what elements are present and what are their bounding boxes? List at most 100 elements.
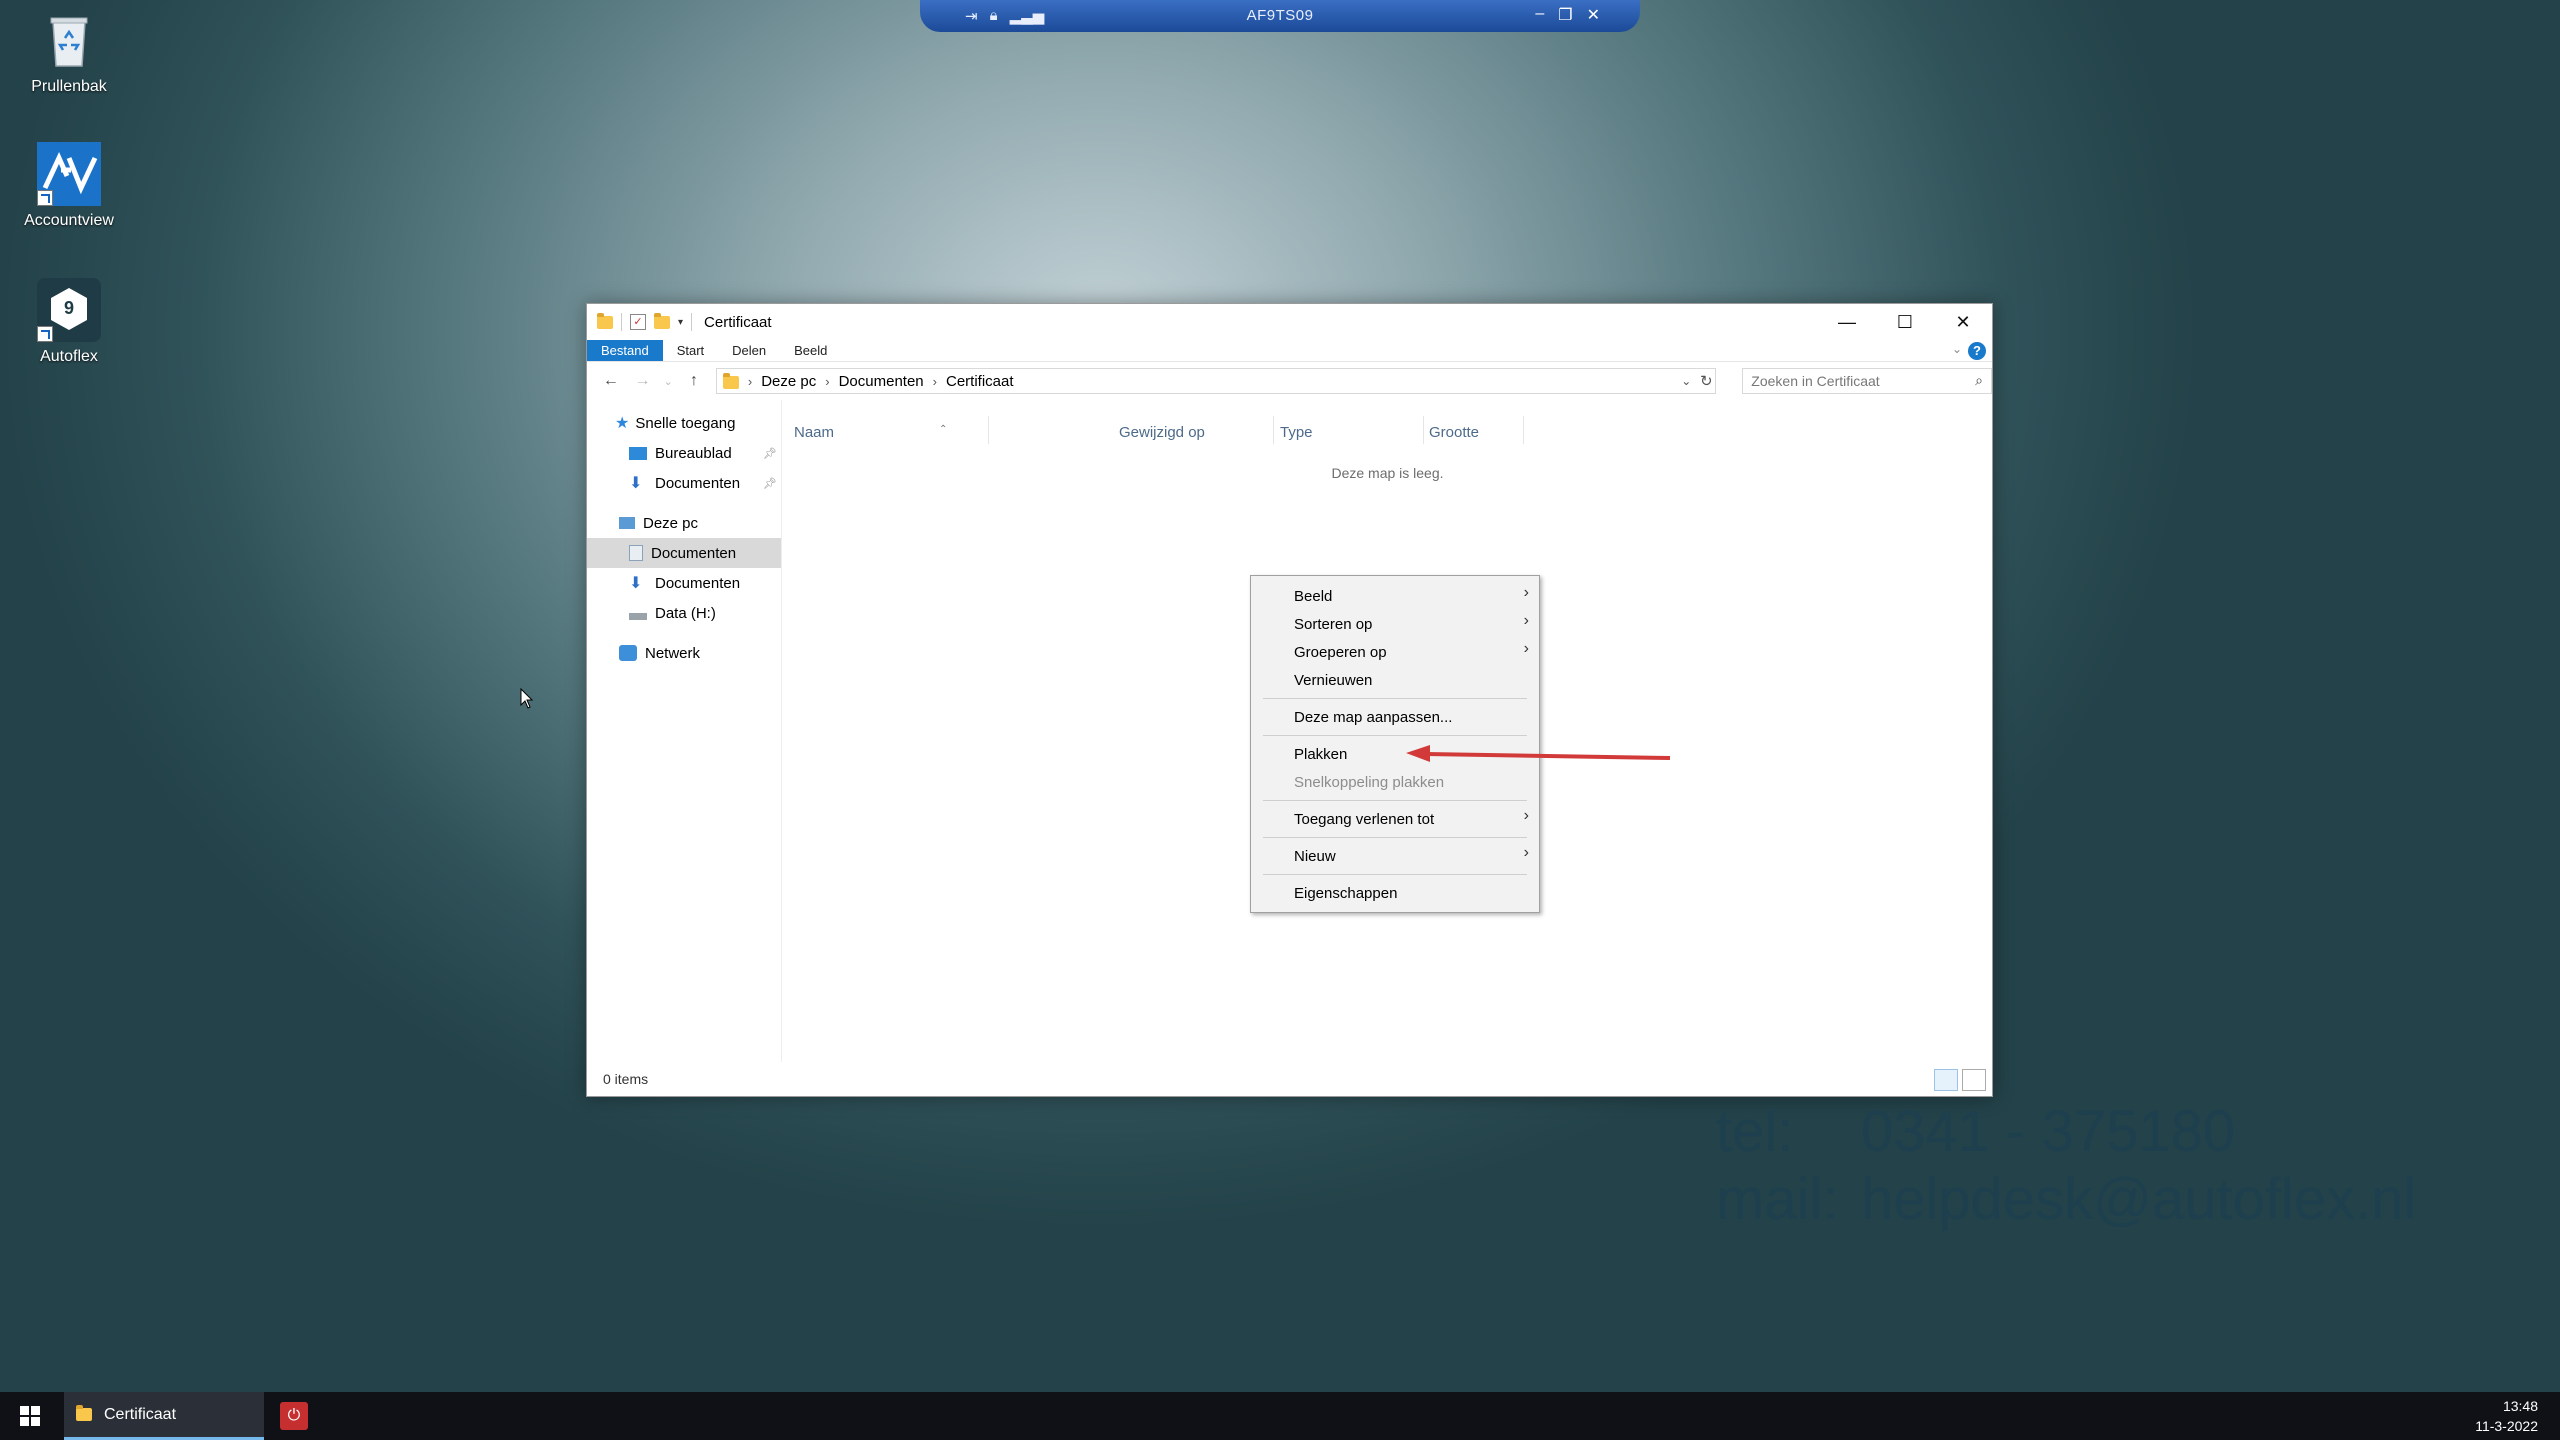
menu-separator <box>1263 837 1527 838</box>
desktop-icon-label: Accountview <box>24 212 114 229</box>
navigation-bar: ← → ⌄ ↑ › Deze pc › Documenten › Certifi… <box>587 362 1992 400</box>
folder-icon <box>722 373 739 389</box>
menu-item-nieuw[interactable]: Nieuw › <box>1251 842 1539 870</box>
documents-icon <box>629 545 643 561</box>
quick-access-dropdown-icon[interactable]: ▾ <box>678 317 683 328</box>
breadcrumb-deze-pc[interactable]: Deze pc <box>761 373 816 390</box>
search-icon[interactable]: ⌕ <box>1975 372 1983 389</box>
nav-item-label: Bureaublad <box>655 444 732 462</box>
tab-beeld[interactable]: Beeld <box>780 340 841 361</box>
pin-icon: 📌︎ <box>763 447 777 460</box>
close-icon[interactable]: ✕ <box>1587 5 1600 25</box>
nav-item-data-h[interactable]: Data (H:) <box>587 598 781 628</box>
menu-separator <box>1263 800 1527 801</box>
refresh-icon[interactable]: ↻ <box>1695 372 1717 390</box>
folder-icon <box>76 1405 92 1421</box>
maximize-button[interactable]: ☐ <box>1876 304 1934 340</box>
computer-icon <box>619 517 635 529</box>
breadcrumb-certificaat[interactable]: Certificaat <box>946 373 1014 390</box>
minimize-button[interactable]: — <box>1818 304 1876 340</box>
new-folder-icon[interactable] <box>654 312 670 329</box>
large-icons-view-icon[interactable] <box>1962 1069 1986 1091</box>
nav-item-deze-pc[interactable]: Deze pc <box>587 508 781 538</box>
menu-item-label: Snelkoppeling plakken <box>1294 773 1445 791</box>
minimize-icon[interactable]: – <box>1535 5 1544 25</box>
menu-item-vernieuwen[interactable]: Vernieuwen <box>1251 666 1539 694</box>
menu-item-beeld[interactable]: Beeld › <box>1251 582 1539 610</box>
remote-host-title: AF9TS09 <box>1246 7 1314 24</box>
nav-item-documenten-selected[interactable]: Documenten <box>587 538 781 568</box>
tab-start[interactable]: Start <box>663 340 718 361</box>
chevron-down-icon[interactable]: ⌄ <box>1681 374 1691 388</box>
nav-item-bureaublad[interactable]: Bureaublad 📌︎ <box>587 438 781 468</box>
desktop-icon-recycle-bin[interactable]: Prullenbak <box>14 8 124 96</box>
search-input[interactable]: Zoeken in Certificaat ⌕ <box>1742 368 1992 394</box>
menu-separator <box>1263 735 1527 736</box>
tab-delen[interactable]: Delen <box>718 340 780 361</box>
chevron-right-icon: › <box>1523 844 1529 861</box>
menu-item-eigenschappen[interactable]: Eigenschappen <box>1251 879 1539 907</box>
start-button[interactable] <box>0 1392 60 1440</box>
title-bar: ✓ ▾ Certificaat — ☐ ✕ <box>587 304 1992 340</box>
nav-item-documenten[interactable]: ⬇ Documenten <box>587 568 781 598</box>
clock-date: 11-3-2022 <box>2475 1418 2538 1434</box>
close-button[interactable]: ✕ <box>1934 304 1992 340</box>
breadcrumb-documenten[interactable]: Documenten <box>839 373 924 390</box>
chevron-right-icon: › <box>1523 584 1529 601</box>
taskbar-item-app[interactable]: ⏻ <box>264 1392 324 1440</box>
mail-value: helpdesk@autoflex.nl <box>1861 1167 2417 1232</box>
nav-item-label: Netwerk <box>645 644 701 662</box>
nav-item-netwerk[interactable]: Netwerk <box>587 638 781 668</box>
nav-item-documenten-pinned[interactable]: ⬇ Documenten 📌︎ <box>587 468 781 498</box>
desktop-icon-autoflex[interactable]: 9 Autoflex <box>14 278 124 366</box>
taskbar: Certificaat ⏻ 13:48 11-3-2022 <box>0 1392 2560 1440</box>
menu-separator <box>1263 698 1527 699</box>
chevron-right-icon[interactable]: › <box>933 374 937 389</box>
shortcut-arrow-icon <box>37 326 53 342</box>
desktop-icon-accountview[interactable]: Accountview <box>14 142 124 230</box>
menu-item-groeperen-op[interactable]: Groeperen op › <box>1251 638 1539 666</box>
system-clock[interactable]: 13:48 11-3-2022 <box>2475 1396 2538 1436</box>
network-icon <box>619 645 637 661</box>
desktop-icon-label: Prullenbak <box>31 78 107 95</box>
desktop-icon <box>629 446 647 460</box>
help-icon[interactable]: ? <box>1968 342 1986 360</box>
nav-item-quick-access[interactable]: ★ Snelle toegang <box>587 408 781 438</box>
address-bar[interactable]: › Deze pc › Documenten › Certificaat ⌄ ↻ <box>715 368 1717 394</box>
tab-bestand[interactable]: Bestand <box>587 340 663 361</box>
desktop-icon-label: Autoflex <box>40 348 98 365</box>
download-icon: ⬇ <box>629 575 643 592</box>
column-grootte[interactable]: Grootte <box>1429 424 1479 441</box>
item-count: 0 items <box>603 1071 649 1087</box>
taskbar-item-explorer[interactable]: Certificaat <box>64 1392 264 1440</box>
properties-icon[interactable]: ✓ <box>630 314 646 330</box>
shortcut-arrow-icon <box>37 190 53 206</box>
up-icon[interactable]: ↑ <box>678 372 710 390</box>
chevron-right-icon: › <box>1523 807 1529 824</box>
accountview-icon <box>37 142 101 206</box>
column-gewijzigd-op[interactable]: Gewijzigd op <box>1119 424 1205 441</box>
menu-item-toegang-verlenen-tot[interactable]: Toegang verlenen tot › <box>1251 805 1539 833</box>
navigation-pane: ★ Snelle toegang Bureaublad 📌︎ ⬇ Documen… <box>587 400 782 1062</box>
sort-up-icon: ⌃ <box>939 424 948 435</box>
column-type[interactable]: Type <box>1280 424 1313 441</box>
nav-item-label: Deze pc <box>643 514 699 532</box>
menu-item-deze-map-aanpassen[interactable]: Deze map aanpassen... <box>1251 703 1539 731</box>
tel-value: 0341 - 375180 <box>1861 1099 2236 1164</box>
details-view-icon[interactable] <box>1934 1069 1958 1091</box>
chevron-right-icon: › <box>1523 612 1529 629</box>
forward-icon[interactable]: → <box>627 372 659 390</box>
chevron-right-icon[interactable]: › <box>825 374 829 389</box>
column-headers: ⌃ Naam Gewijzigd op Type Grootte <box>783 400 1992 444</box>
expand-ribbon-icon[interactable]: ⌄ <box>1952 342 1962 356</box>
menu-item-sorteren-op[interactable]: Sorteren op › <box>1251 610 1539 638</box>
autoflex-icon: 9 <box>37 278 101 342</box>
menu-item-label: Deze map aanpassen... <box>1294 708 1453 726</box>
restore-icon[interactable]: ❐ <box>1558 5 1572 25</box>
back-icon[interactable]: ← <box>595 372 627 390</box>
column-naam[interactable]: Naam <box>794 424 834 441</box>
network-drive-icon <box>629 612 647 620</box>
chevron-right-icon[interactable]: › <box>748 374 752 389</box>
menu-item-label: Toegang verlenen tot <box>1294 810 1435 828</box>
recent-locations-icon[interactable]: ⌄ <box>658 375 678 388</box>
